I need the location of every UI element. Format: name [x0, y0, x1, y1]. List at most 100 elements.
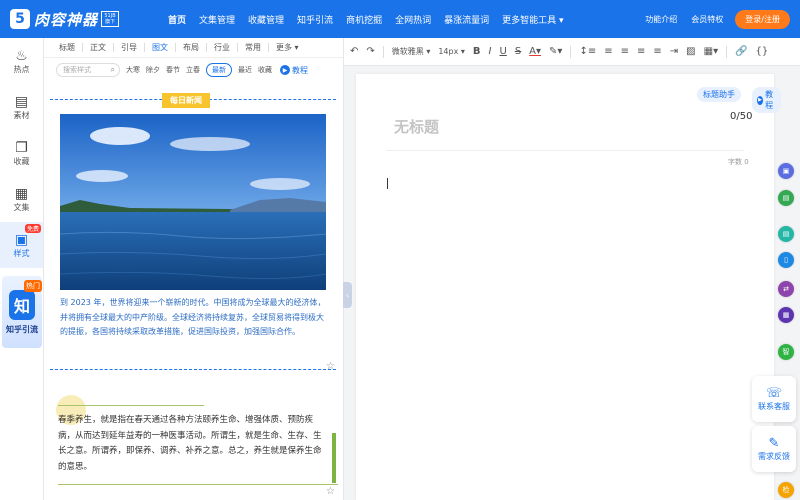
phone-preview-icon[interactable]: ▯: [778, 252, 794, 268]
tutorial-link[interactable]: ▶ 教程: [280, 65, 308, 76]
filter-chip[interactable]: 春节: [166, 65, 180, 75]
logo-badge: 51JB旗下: [101, 11, 120, 27]
align-left-icon[interactable]: ≡: [604, 46, 612, 57]
nav-more-tools[interactable]: 更多智能工具 ▾: [502, 13, 563, 26]
nav-business[interactable]: 商机挖掘: [346, 13, 382, 26]
link-icon[interactable]: 🔗: [735, 46, 747, 57]
check-icon[interactable]: 检: [778, 482, 794, 498]
nav-traffic-words[interactable]: 暴涨流量词: [444, 13, 489, 26]
filter-chip[interactable]: 大寒: [126, 65, 140, 75]
font-color-icon[interactable]: A▾: [529, 46, 541, 57]
tab-industry[interactable]: 行业: [207, 43, 238, 52]
editor-area[interactable]: 标题助手 ▶ 教程 无标题 0/50 字数 0: [356, 74, 781, 500]
share-icon[interactable]: ⇄: [778, 281, 794, 297]
top-right-links: 功能介绍 会员特权 登录/注册: [631, 10, 790, 29]
bookmark-icon: ❐: [15, 139, 28, 156]
feedback-button[interactable]: ✎ 需求反馈: [752, 426, 796, 472]
code-icon[interactable]: {}: [756, 46, 769, 57]
template-icon[interactable]: ▦: [778, 307, 794, 323]
redo-icon[interactable]: ↷: [366, 46, 374, 57]
contact-service-button[interactable]: ☏ 联系客服: [752, 376, 796, 422]
image-icon[interactable]: ▨: [686, 46, 695, 57]
nav-hot-words[interactable]: 全网热词: [395, 13, 431, 26]
style-card-news[interactable]: 每日新闻 到 2023 年，世界将迎来一个崭新的时代。中国将成为全球最大的经济体…: [50, 93, 338, 372]
sort-recent[interactable]: 最近: [238, 65, 252, 75]
nav-home[interactable]: 首页: [168, 13, 186, 26]
nav-zhihu[interactable]: 知乎引流: [297, 13, 333, 26]
copy-icon[interactable]: ▤: [778, 190, 794, 206]
style-card-health[interactable]: 春季养生，就是指在春天通过各种方法颐养生命、增强体质、预防疾病，从而达到延年益寿…: [50, 383, 338, 500]
indent-icon[interactable]: ⇥: [670, 46, 678, 57]
tab-image-text[interactable]: 图文: [145, 43, 176, 52]
editor-toolbar: ↶ ↷ 微软雅黑 ▾ 14px ▾ B I U S A▾ ✎▾ ↕≡ ≡ ≡ ≡…: [344, 38, 800, 66]
tab-layout[interactable]: 布局: [176, 43, 207, 52]
favorite-star-icon[interactable]: ☆: [326, 486, 335, 497]
font-family-select[interactable]: 微软雅黑 ▾: [392, 46, 431, 57]
table-icon[interactable]: ▦▾: [704, 46, 718, 57]
bold-icon[interactable]: B: [473, 46, 481, 57]
lake-photo: [60, 114, 326, 290]
highlight-icon[interactable]: ✎▾: [549, 46, 562, 57]
filter-chip[interactable]: 除夕: [146, 65, 160, 75]
editor-tutorial-button[interactable]: ▶ 教程: [752, 87, 781, 113]
line-height-icon[interactable]: ↕≡: [579, 46, 596, 57]
logo-text: 肉容神器: [34, 10, 99, 29]
free-badge: 免费: [24, 224, 41, 233]
contact-service-label: 联系客服: [758, 402, 790, 411]
tab-body[interactable]: 正文: [83, 43, 114, 52]
rail-item-favorites[interactable]: ❐ 收藏: [0, 130, 43, 176]
rail-item-collections[interactable]: ▦ 文集: [0, 176, 43, 222]
nav-favorites[interactable]: 收藏管理: [248, 13, 284, 26]
title-helper-button[interactable]: 标题助手: [697, 87, 741, 102]
font-size-select[interactable]: 14px ▾: [438, 47, 465, 56]
italic-icon[interactable]: I: [489, 46, 492, 57]
tab-title[interactable]: 标题: [52, 43, 83, 52]
tab-common[interactable]: 常用: [238, 43, 269, 52]
zhihu-label: 知乎引流: [6, 324, 38, 334]
strikethrough-icon[interactable]: S: [515, 46, 521, 57]
logo[interactable]: 5 肉容神器 51JB旗下: [10, 9, 150, 30]
sort-newest[interactable]: 最新: [206, 63, 232, 77]
membership-link[interactable]: 会员特权: [691, 14, 723, 25]
save-icon[interactable]: ▣: [778, 163, 794, 179]
nav-collections[interactable]: 文集管理: [199, 13, 235, 26]
search-icon: ⌕: [110, 65, 115, 74]
toolbar-separator: [570, 45, 572, 58]
align-center-icon[interactable]: ≡: [621, 46, 629, 57]
collapse-panel-handle[interactable]: ‹: [343, 282, 352, 308]
rail-item-styles[interactable]: 免费 ▣ 样式: [0, 222, 43, 268]
style-tabs: 标题 正文 引导 图文 布局 行业 常用 更多 ▾: [44, 38, 343, 58]
style-search-input[interactable]: 搜索样式 ⌕: [56, 63, 120, 77]
style-icon: ▣: [14, 231, 29, 248]
news-tag: 每日新闻: [162, 93, 210, 108]
rail-label: 收藏: [13, 156, 30, 166]
main-nav: 首页 文集管理 收藏管理 知乎引流 商机挖掘 全网热词 暴涨流量词 更多智能工具…: [168, 13, 577, 26]
clipboard-icon[interactable]: ▤: [778, 226, 794, 242]
sort-favorites[interactable]: 收藏: [258, 65, 272, 75]
rail-item-material[interactable]: ▤ 素材: [0, 84, 43, 130]
rail-label: 素材: [13, 110, 30, 120]
flame-icon: ♨: [15, 47, 28, 64]
features-link[interactable]: 功能介绍: [645, 14, 677, 25]
tab-guide[interactable]: 引导: [114, 43, 145, 52]
undo-icon[interactable]: ↶: [350, 46, 358, 57]
align-right-icon[interactable]: ≡: [637, 46, 645, 57]
logo-mark: 5: [10, 9, 30, 29]
login-button[interactable]: 登录/注册: [735, 10, 790, 29]
hot-tag: 热门: [24, 280, 42, 292]
feedback-label: 需求反馈: [758, 452, 790, 461]
rail-item-hot[interactable]: ♨ 热点: [0, 38, 43, 84]
filter-chip[interactable]: 立春: [186, 65, 200, 75]
tab-more[interactable]: 更多 ▾: [269, 43, 306, 52]
play-icon: ▶: [757, 95, 764, 105]
health-body-text: 春季养生，就是指在春天通过各种方法颐养生命、增强体质、预防疾病，从而达到延年益寿…: [58, 415, 322, 472]
zhihu-promo-card[interactable]: 热门 知 知乎引流: [2, 276, 42, 348]
title-input[interactable]: 无标题: [394, 116, 439, 137]
smart-icon[interactable]: 智: [778, 344, 794, 360]
align-justify-icon[interactable]: ≡: [653, 46, 661, 57]
zhihu-logo: 知: [9, 289, 35, 320]
document-icon: ▦: [14, 185, 29, 202]
favorite-star-icon[interactable]: ☆: [326, 361, 335, 372]
underline-icon[interactable]: U: [499, 46, 506, 57]
divider: [58, 405, 204, 406]
